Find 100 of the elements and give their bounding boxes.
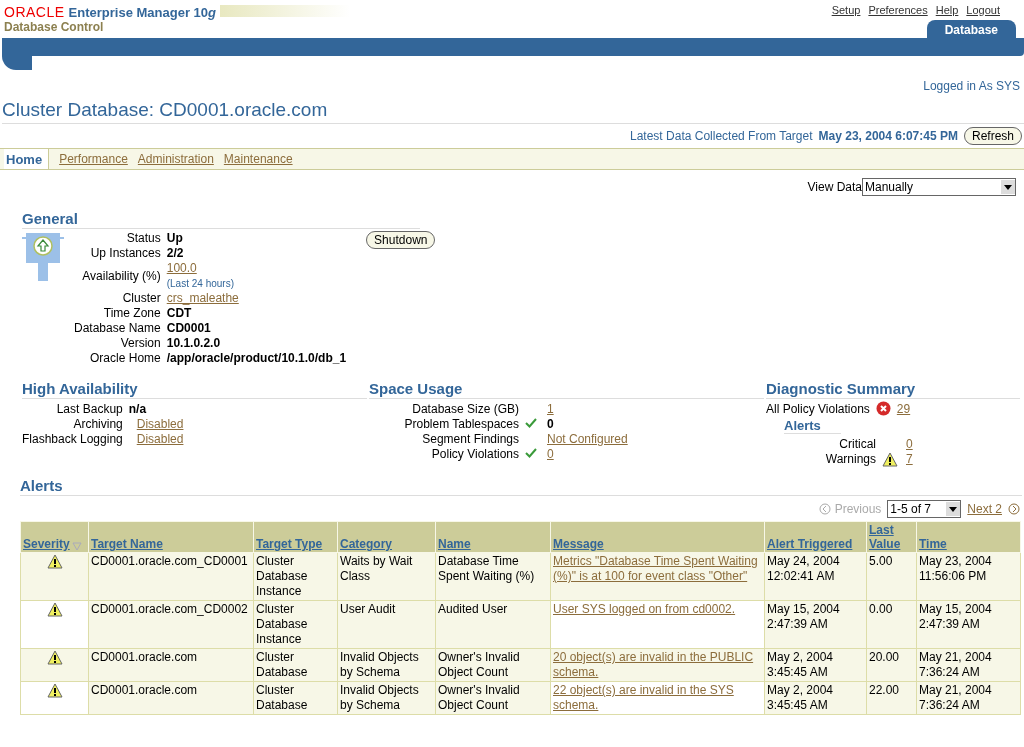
subtab[interactable]: Administration [137, 152, 214, 166]
field-label: Database Name [74, 321, 161, 336]
subtab[interactable]: Maintenance [223, 152, 293, 166]
dropdown-caret-icon [1001, 180, 1015, 194]
table-cell: Audited User [435, 600, 551, 649]
table-cell: May 15, 2004 2:47:39 AM [764, 600, 867, 649]
section-title: Diagnostic Summary [766, 380, 1020, 399]
refresh-button[interactable]: Refresh [963, 127, 1022, 145]
table-cell: May 24, 2004 12:02:41 AM [764, 552, 867, 601]
table-cell: 20.00 [866, 648, 917, 682]
value-link[interactable]: 0 [906, 437, 913, 452]
shutdown-button[interactable]: Shutdown [366, 231, 436, 249]
field-label: Warnings [824, 452, 876, 467]
value-link[interactable]: 1 [547, 402, 554, 416]
table-cell: User Audit [337, 600, 436, 649]
collected-label: Latest Data Collected From Target [630, 129, 813, 143]
view-data-label: View Data [807, 180, 862, 194]
global-link[interactable]: Logout [966, 4, 1000, 16]
field-label: All Policy Violations [766, 401, 870, 416]
table-cell: CD0001.oracle.com_CD0002 [88, 600, 254, 649]
table-cell: Cluster Database [253, 681, 338, 715]
value-link[interactable]: 100.0 [166, 261, 347, 276]
field-label: Cluster [121, 291, 161, 306]
field-label: Oracle Home [89, 351, 161, 366]
field-note: (Last 24 hours) [166, 277, 235, 291]
field-value: /app/oracle/product/10.1.0/db_1 [166, 351, 347, 366]
global-link[interactable]: Setup [831, 4, 861, 16]
table-cell: Cluster Database Instance [253, 600, 338, 649]
table-cell: Owner's Invalid Object Count [435, 648, 551, 682]
section-title: Space Usage [369, 380, 764, 399]
column-header-link[interactable]: Last Value [869, 523, 899, 551]
column-header-link[interactable]: Category [340, 537, 392, 551]
field-value: 0 [547, 417, 554, 431]
table-cell: May 21, 2004 7:36:24 AM [916, 648, 1021, 682]
table-cell: May 15, 2004 2:47:39 AM [916, 600, 1021, 649]
value-link[interactable]: Not Configured [547, 432, 628, 446]
dropdown-caret-icon [946, 502, 961, 516]
table-cell: 5.00 [866, 552, 917, 601]
table-cell: Database Time Spent Waiting (%) [435, 552, 551, 601]
table-cell: Owner's Invalid Object Count [435, 681, 551, 715]
subtab[interactable]: Home [4, 149, 50, 169]
value-link[interactable]: 29 [896, 401, 911, 416]
global-link[interactable]: Preferences [868, 4, 928, 16]
value-link[interactable]: Disabled [136, 432, 184, 446]
page-range-select[interactable]: 1-5 of 7 [887, 500, 962, 518]
sort-descending-icon[interactable] [71, 542, 82, 551]
table-cell: Cluster Database Instance [253, 552, 338, 601]
product-subtitle: Database Control [4, 20, 105, 34]
field-label: Archiving [72, 417, 123, 432]
global-link[interactable]: Help [935, 4, 959, 16]
value-link[interactable]: 0 [547, 447, 554, 461]
table-cell: 0.00 [866, 600, 917, 649]
view-data-select[interactable]: Manually [862, 178, 1016, 196]
field-label: Version [119, 336, 161, 351]
field-label: Status [125, 231, 161, 246]
column-header-link[interactable]: Target Type [256, 537, 323, 551]
field-label: Last Backup [55, 402, 123, 417]
field-value: 2/2 [166, 246, 185, 261]
field-value: n/a [128, 402, 147, 416]
column-header-link[interactable]: Name [438, 537, 471, 551]
table-cell: May 2, 2004 3:45:45 AM [764, 681, 867, 715]
logged-in-user: Logged in As SYS [923, 79, 1020, 93]
next-link[interactable]: Next 2 [967, 502, 1002, 516]
field-label: Segment Findings [421, 432, 519, 447]
table-cell: Invalid Objects by Schema [337, 648, 436, 682]
column-header-link[interactable]: Target Name [91, 537, 163, 551]
table-cell: CD0001.oracle.com [88, 681, 254, 715]
value-link[interactable]: 7 [906, 452, 913, 467]
section-title: High Availability [22, 380, 367, 399]
table-cell: CD0001.oracle.com_CD0001 [88, 552, 254, 601]
table-cell: May 23, 2004 11:56:06 PM [916, 552, 1021, 601]
field-value: 10.1.0.2.0 [166, 336, 222, 351]
column-header-link[interactable]: Message [553, 537, 604, 551]
page-title: Cluster Database: CD0001.oracle.com [2, 99, 1024, 124]
subsection-title: Alerts [784, 418, 841, 434]
table-cell: 22.00 [866, 681, 917, 715]
header-bar-corner [2, 56, 32, 70]
subtab[interactable]: Performance [59, 152, 128, 166]
collected-timestamp: May 23, 2004 6:07:45 PM [818, 129, 958, 143]
field-label: Time Zone [102, 306, 161, 321]
table-cell: Invalid Objects by Schema [337, 681, 436, 715]
table-cell: CD0001.oracle.com [88, 648, 254, 682]
field-label: Database Size (GB) [411, 402, 519, 417]
table-cell: Cluster Database [253, 648, 338, 682]
table-cell: May 21, 2004 7:36:24 AM [916, 681, 1021, 715]
value-link[interactable]: Disabled [136, 417, 184, 431]
column-header-link[interactable]: Severity [23, 537, 70, 551]
section-title: Alerts [20, 477, 1022, 496]
field-label: Availability (%) [81, 268, 161, 284]
field-label: Problem Tablespaces [403, 417, 519, 432]
product-name: Enterprise Manager 10g [68, 5, 216, 20]
table-cell: May 2, 2004 3:45:45 AM [764, 648, 867, 682]
brand-logo: ORACLE [4, 4, 65, 20]
value-link[interactable]: crs_maleathe [166, 291, 347, 306]
column-header-link[interactable]: Alert Triggered [767, 537, 853, 551]
table-cell: Waits by Wait Class [337, 552, 436, 601]
field-value: CDT [166, 306, 193, 321]
field-label: Policy Violations [430, 447, 519, 462]
field-value: CD0001 [166, 321, 212, 336]
column-header-link[interactable]: Time [919, 537, 947, 551]
